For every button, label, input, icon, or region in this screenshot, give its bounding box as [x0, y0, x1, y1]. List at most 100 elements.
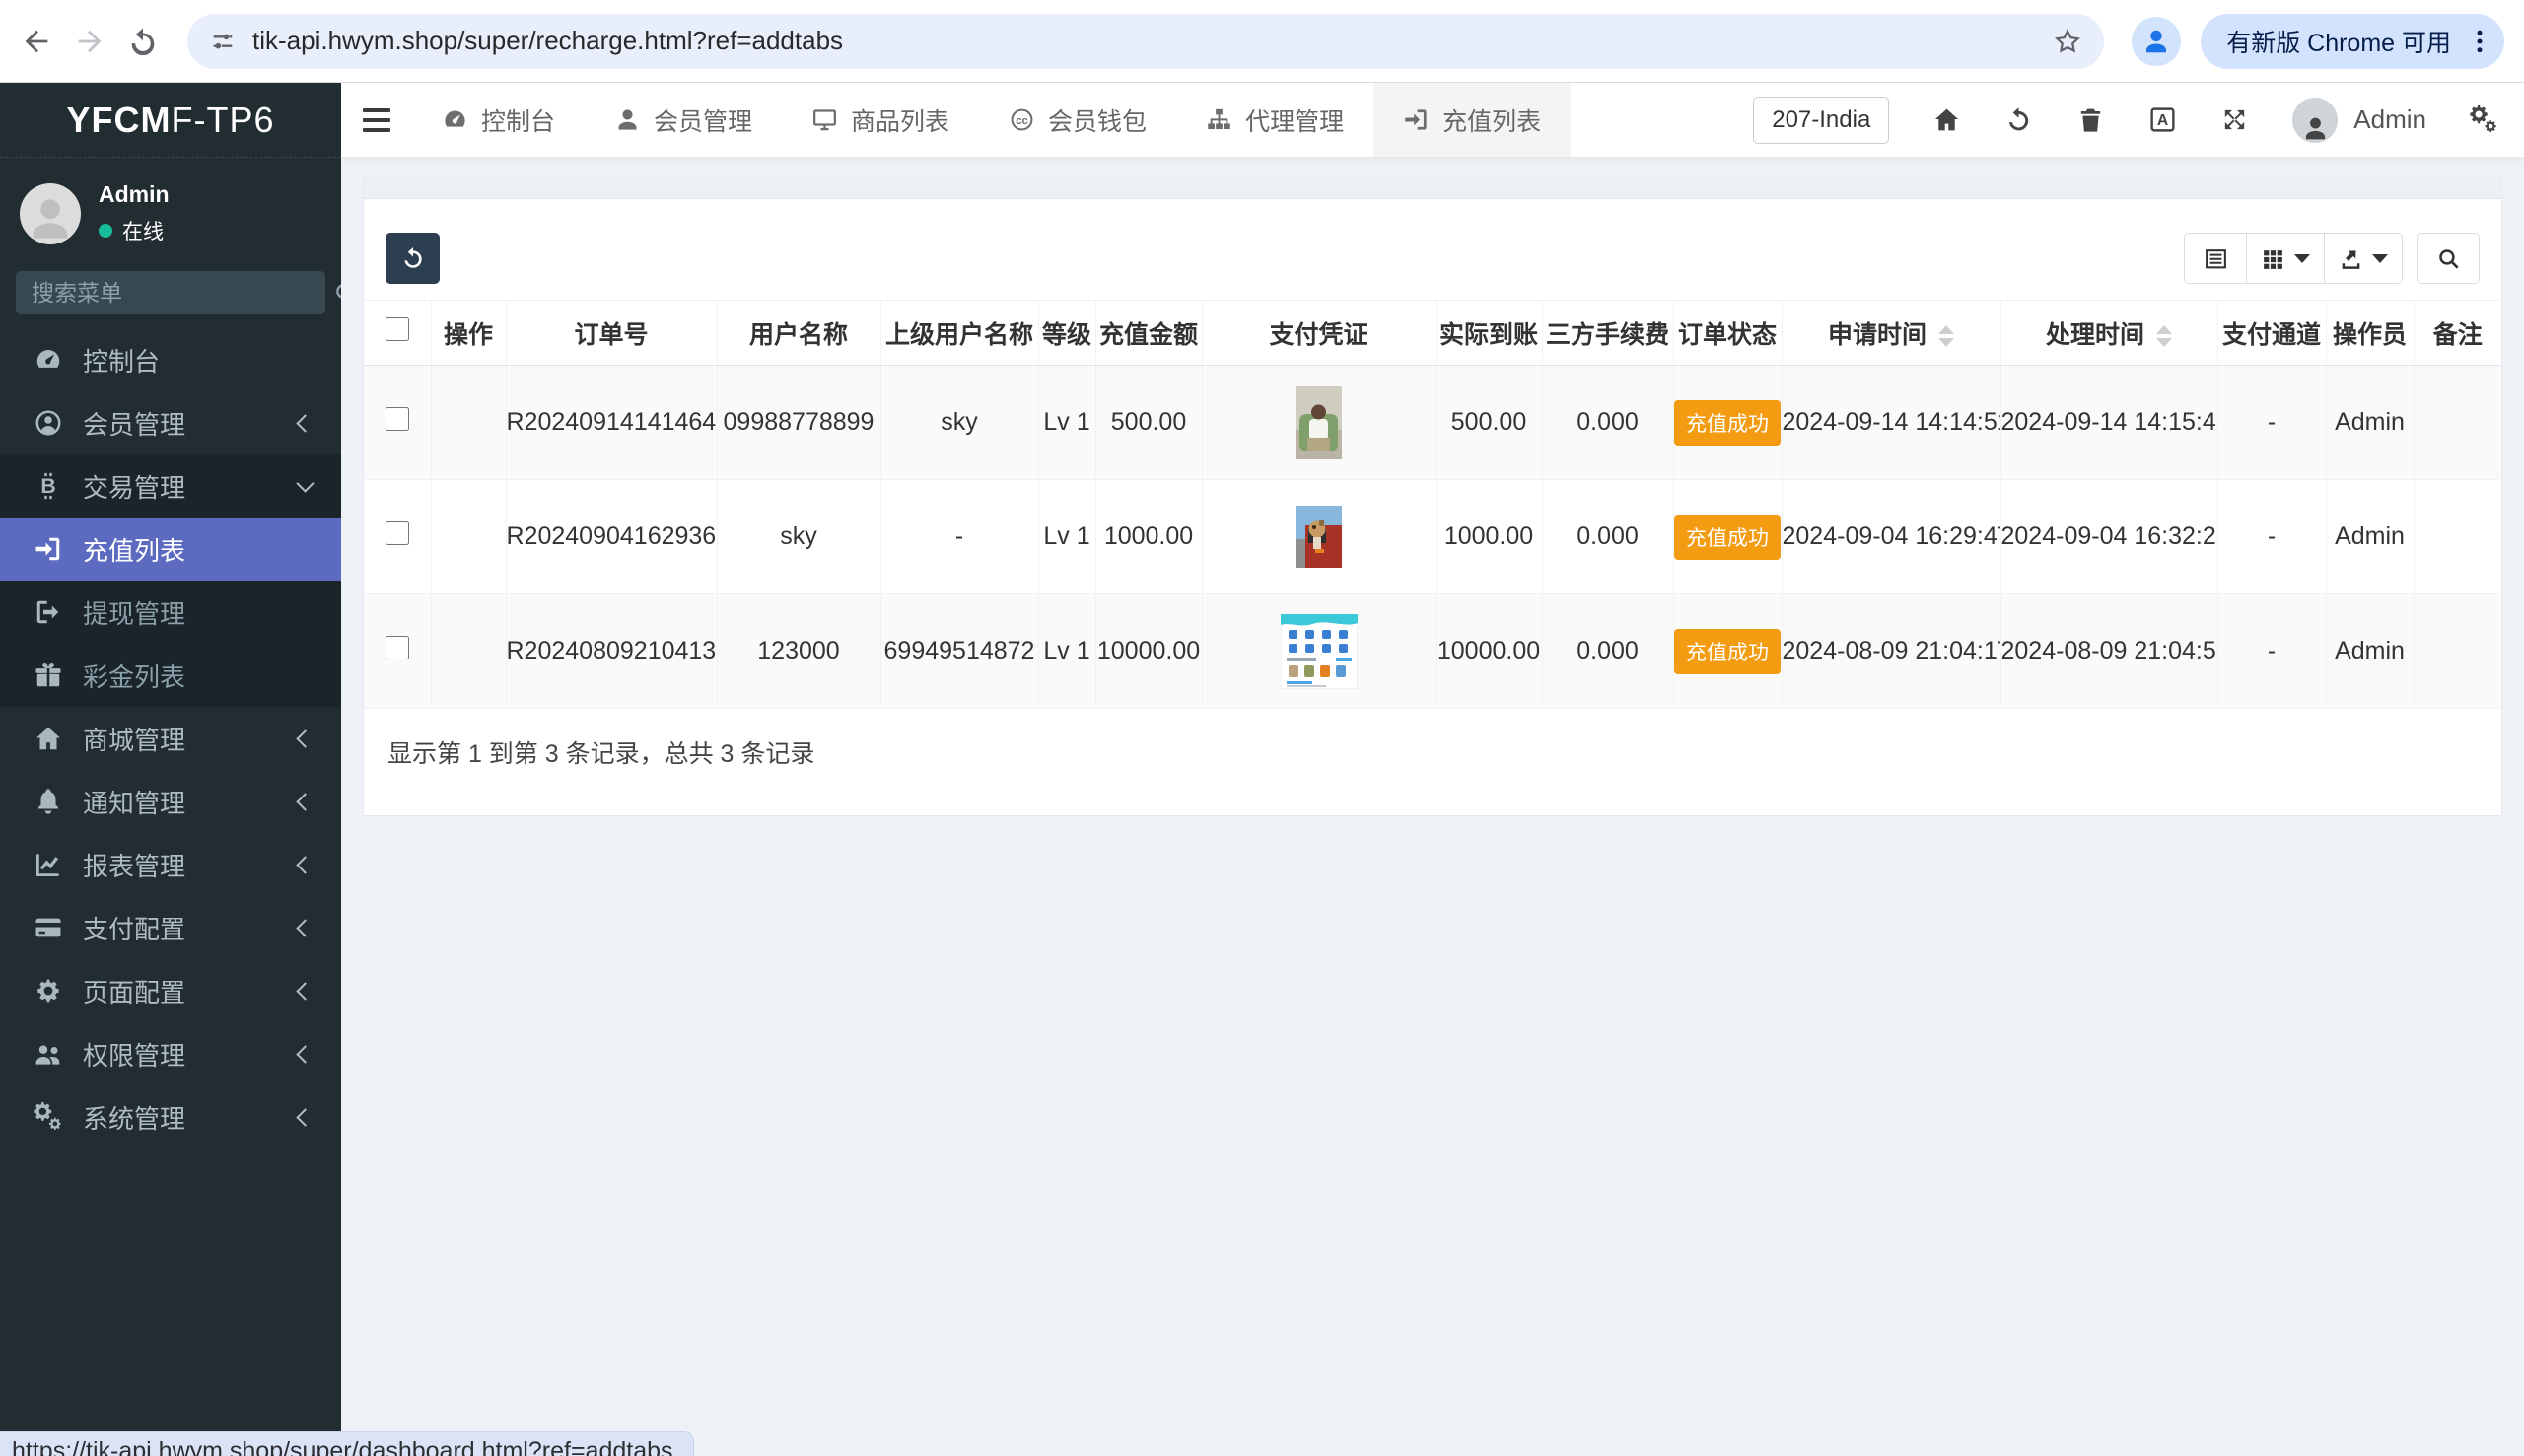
- col-order-no: 订单号: [506, 300, 718, 366]
- site-settings-icon[interactable]: [209, 28, 237, 55]
- export-dropdown-button[interactable]: [2324, 233, 2403, 284]
- sidebar-group-transactions: 交易管理 充值列表 提现管理 彩金列表: [0, 454, 341, 707]
- avatar-person-icon: [25, 193, 76, 244]
- cell-amount: 1000.00: [1095, 479, 1203, 594]
- chevron-left-icon: [296, 981, 315, 1001]
- kebab-menu-icon[interactable]: [2465, 27, 2494, 56]
- toggle-view-button[interactable]: [2184, 233, 2247, 284]
- nav-tabs: 控制台 会员管理 商品列表 会员钱包 代理管理 充值列表: [412, 83, 1572, 157]
- home-icon: [34, 724, 63, 753]
- tab-recharge-list[interactable]: 充值列表: [1373, 83, 1572, 157]
- reload-icon[interactable]: [126, 25, 160, 58]
- sidebar-item-permissions[interactable]: 权限管理: [0, 1022, 341, 1085]
- sidebar-item-label: 支付配置: [83, 914, 186, 944]
- user-circle-icon: [34, 408, 63, 438]
- menu-search-input[interactable]: [32, 279, 323, 307]
- app-logo-bold: YFCM: [66, 99, 172, 140]
- language-icon[interactable]: [2148, 105, 2177, 134]
- back-icon[interactable]: [20, 25, 53, 58]
- sidebar-item-bonus-list[interactable]: 彩金列表: [0, 644, 341, 707]
- columns-dropdown-button[interactable]: [2246, 233, 2325, 284]
- sidebar-item-recharge-list[interactable]: 充值列表: [0, 518, 341, 581]
- col-channel: 支付通道: [2217, 300, 2327, 366]
- col-level: 等级: [1038, 300, 1096, 366]
- tab-products[interactable]: 商品列表: [782, 83, 979, 157]
- sidebar-item-system[interactable]: 系统管理: [0, 1085, 341, 1148]
- url-text[interactable]: tik-api.hwym.shop/super/recharge.html?re…: [252, 26, 843, 56]
- cell-user-name: 09988778899: [717, 365, 881, 480]
- payment-proof-image[interactable]: [1296, 506, 1342, 568]
- payment-proof-image[interactable]: [1296, 385, 1342, 459]
- tab-agents[interactable]: 代理管理: [1176, 83, 1373, 157]
- chevron-left-icon: [296, 855, 315, 874]
- menu-search-box[interactable]: [16, 271, 325, 314]
- status-badge: 充值成功: [1674, 514, 1781, 560]
- sidebar-item-payment-config[interactable]: 支付配置: [0, 896, 341, 959]
- col-apply-time[interactable]: 申请时间: [1782, 300, 2001, 366]
- tab-wallet[interactable]: 会员钱包: [979, 83, 1176, 157]
- col-fee: 三方手续费: [1542, 300, 1674, 366]
- cell-fee: 0.000: [1542, 593, 1674, 709]
- col-user-name: 用户名称: [717, 300, 881, 366]
- region-selector[interactable]: 207-India: [1753, 96, 1890, 144]
- settings-gears-icon[interactable]: [2470, 105, 2498, 134]
- col-label: 处理时间: [2045, 320, 2144, 349]
- cell-actions: [431, 479, 507, 594]
- online-status: 在线: [99, 216, 170, 245]
- bookmark-star-icon[interactable]: [2053, 27, 2082, 56]
- trash-icon[interactable]: [2076, 105, 2105, 134]
- chevron-left-icon: [296, 413, 315, 433]
- sidebar-item-label: 商城管理: [83, 725, 186, 755]
- refresh-icon[interactable]: [2004, 105, 2033, 134]
- cell-proof: [1202, 365, 1437, 480]
- row-checkbox[interactable]: [385, 636, 409, 659]
- cell-order-no: R2024080921041325: [506, 593, 718, 709]
- cell-channel: -: [2217, 479, 2327, 594]
- tab-dashboard[interactable]: 控制台: [412, 83, 585, 157]
- col-process-time[interactable]: 处理时间: [2000, 300, 2218, 366]
- table-row: R2024090416293660 sky - Lv 1 1000.00: [364, 479, 2501, 594]
- fullscreen-icon[interactable]: [2220, 105, 2249, 134]
- search-icon: [2436, 246, 2461, 271]
- sidebar-item-withdraw[interactable]: 提现管理: [0, 581, 341, 644]
- online-status-label: 在线: [122, 221, 164, 243]
- tab-members[interactable]: 会员管理: [585, 83, 782, 157]
- cell-channel: -: [2217, 365, 2327, 480]
- home-icon[interactable]: [1932, 105, 1961, 134]
- row-checkbox[interactable]: [385, 407, 409, 431]
- select-all-checkbox[interactable]: [385, 317, 409, 341]
- sidebar-item-transactions[interactable]: 交易管理: [0, 454, 341, 518]
- navbar-user-name: Admin: [2353, 104, 2426, 134]
- chevron-left-icon: [296, 1107, 315, 1127]
- cell-process-time: 2024-08-09 21:04:55: [2000, 593, 2218, 709]
- table-search-button[interactable]: [2417, 233, 2480, 284]
- cell-received: 1000.00: [1436, 479, 1543, 594]
- sidebar-item-notifications[interactable]: 通知管理: [0, 770, 341, 833]
- navbar-right: 207-India Admin: [1753, 83, 2524, 157]
- browser-profile-button[interactable]: [2132, 16, 2182, 66]
- sidebar-item-page-config[interactable]: 页面配置: [0, 959, 341, 1022]
- sign-in-icon: [1403, 106, 1430, 133]
- forward-icon[interactable]: [73, 25, 106, 58]
- address-bar[interactable]: tik-api.hwym.shop/super/recharge.html?re…: [187, 13, 2105, 69]
- sitemap-icon: [1206, 106, 1232, 133]
- cell-operator: Admin: [2326, 365, 2415, 480]
- refresh-table-button[interactable]: [386, 233, 440, 284]
- sidebar-toggle-button[interactable]: [341, 83, 412, 157]
- export-icon: [2339, 246, 2363, 271]
- sidebar-item-mall[interactable]: 商城管理: [0, 707, 341, 770]
- sidebar-item-members[interactable]: 会员管理: [0, 391, 341, 454]
- sort-icon[interactable]: [1938, 324, 1954, 347]
- sidebar-item-dashboard[interactable]: 控制台: [0, 328, 341, 391]
- navbar-user-menu[interactable]: Admin: [2292, 97, 2426, 143]
- sidebar-item-reports[interactable]: 报表管理: [0, 833, 341, 896]
- app-logo: YFCM F-TP6: [0, 83, 341, 158]
- sort-icon[interactable]: [2156, 324, 2172, 347]
- gears-icon: [34, 1102, 63, 1132]
- row-checkbox[interactable]: [385, 521, 409, 545]
- cell-operator: Admin: [2326, 479, 2415, 594]
- profile-icon: [2141, 27, 2171, 56]
- payment-proof-image[interactable]: [1280, 613, 1358, 689]
- chrome-update-button[interactable]: 有新版 Chrome 可用: [2201, 13, 2504, 69]
- cell-level: Lv 1: [1038, 479, 1096, 594]
